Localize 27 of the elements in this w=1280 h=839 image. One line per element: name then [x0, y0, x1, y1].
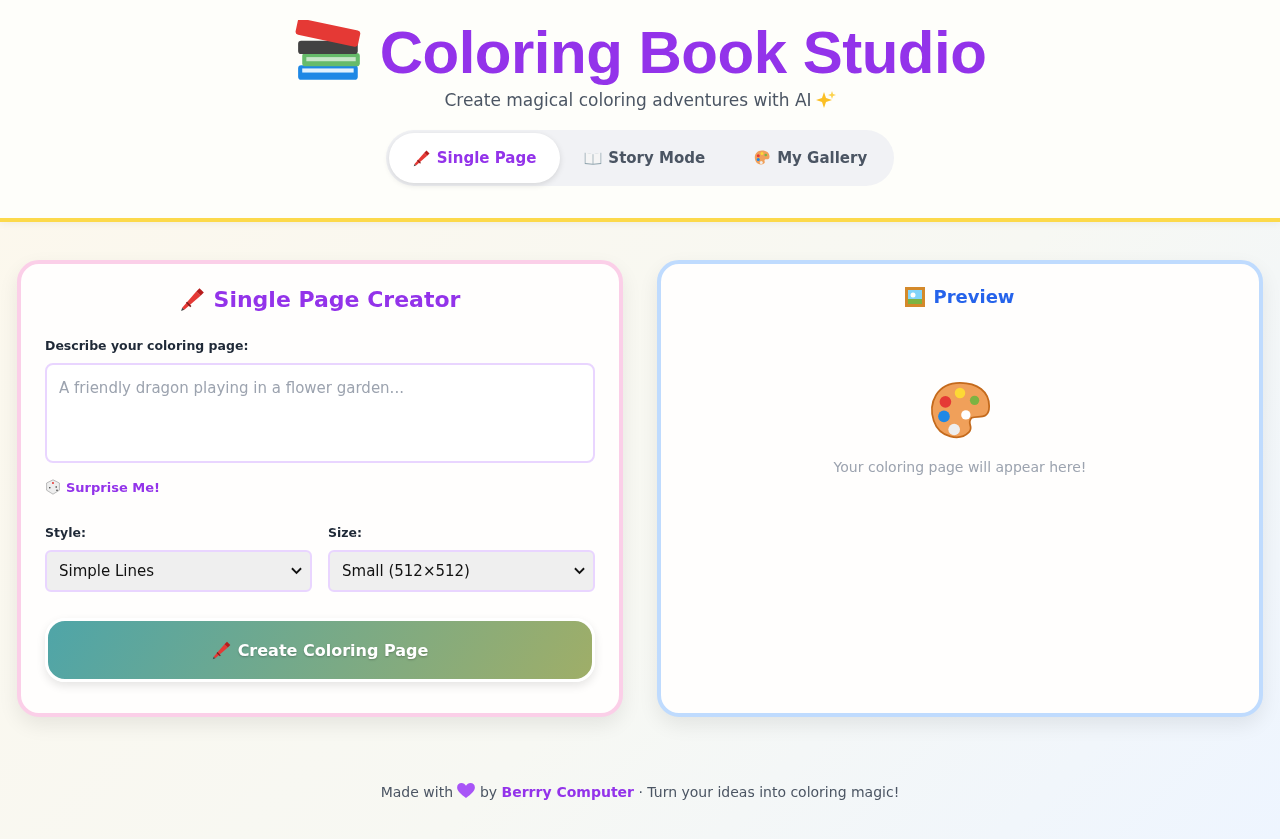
prompt-field[interactable]: A friendly dragon playing in a flower garden...	[45, 363, 595, 463]
dice-icon	[45, 479, 61, 495]
select-label: Size:	[328, 525, 364, 540]
creator-title: Single Page Creator	[213, 286, 461, 312]
subtitle: Create magical coloring adventures with AI	[444, 90, 812, 110]
footer-text: Made with by Berrry Computer · Turn your ideas into coloring magic!	[380, 783, 900, 800]
chevron-down-icon	[291, 567, 302, 575]
app-title: Coloring Book Studio	[379, 20, 987, 86]
tab[interactable]: Single Page	[388, 133, 561, 183]
crayon-icon	[211, 640, 232, 660]
empty-preview-message: Your coloring page will appear here!	[833, 459, 1087, 475]
select-label: Style:	[45, 525, 87, 540]
chevron-down-icon	[574, 567, 585, 575]
heart-icon	[457, 783, 476, 799]
tab[interactable]: My Gallery	[729, 133, 892, 183]
preview-title: Preview	[933, 286, 1015, 307]
crayon-icon	[412, 149, 431, 167]
palette-icon	[753, 149, 772, 167]
footer-link[interactable]: Berrry Computer	[501, 784, 634, 800]
dropdown[interactable]: Small (512×512)	[328, 550, 595, 592]
sparkles-icon	[815, 90, 836, 110]
prompt-label: Describe your coloring page:	[45, 338, 250, 353]
tab[interactable]: Story Mode	[560, 133, 730, 183]
dropdown[interactable]: Simple Lines	[45, 550, 312, 592]
framed-picture-icon	[905, 286, 926, 307]
surprise-me-link[interactable]: Surprise Me!	[66, 479, 160, 495]
crayon-icon	[179, 286, 206, 312]
